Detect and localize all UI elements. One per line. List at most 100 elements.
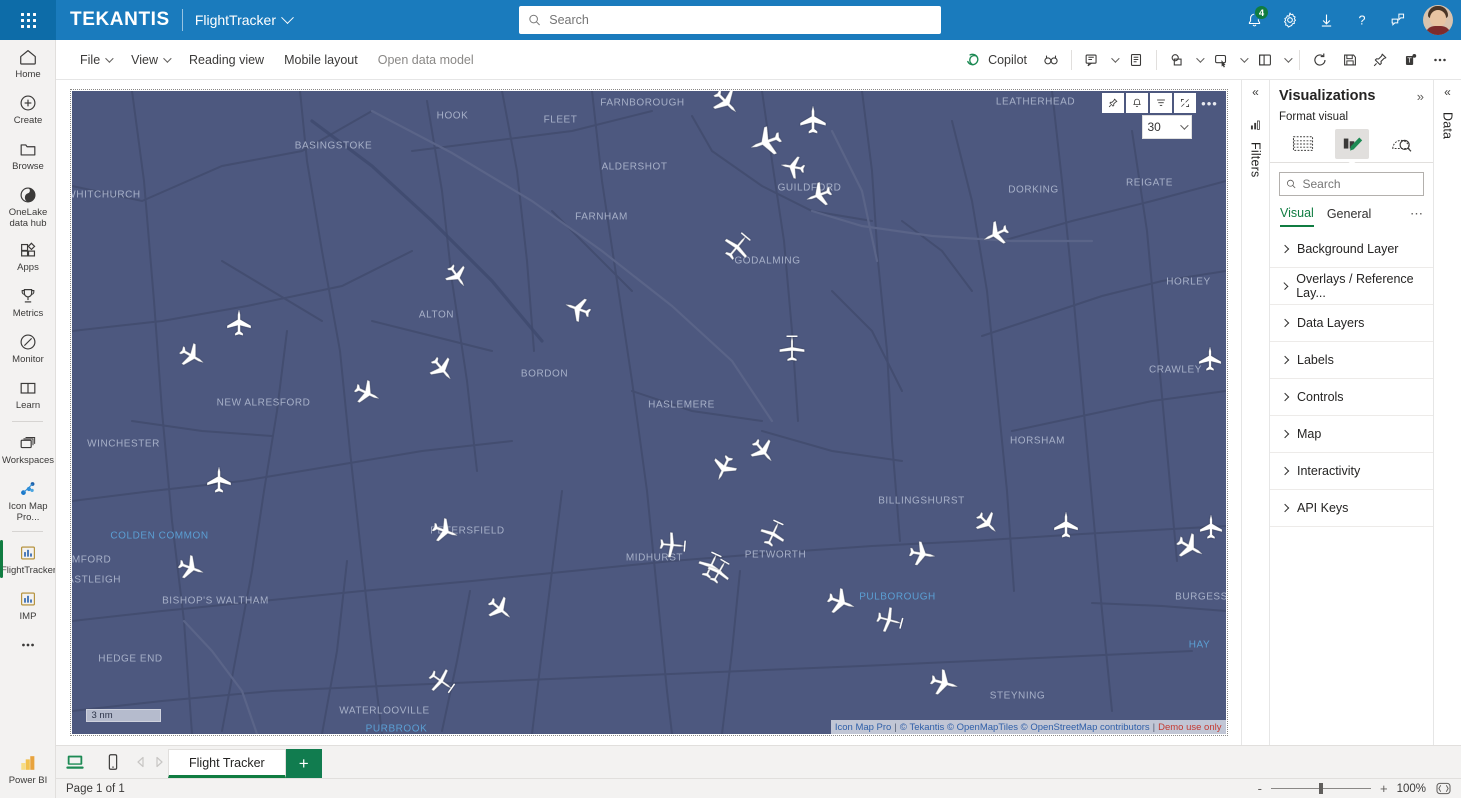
fit-to-page-icon[interactable] [1435, 782, 1451, 796]
sidebar-item-label: Home [15, 69, 41, 80]
user-avatar[interactable] [1423, 5, 1453, 35]
sidebar-item-more[interactable] [0, 628, 55, 674]
copilot-button[interactable]: Copilot [956, 46, 1036, 74]
focus-mode-icon[interactable] [1173, 93, 1196, 113]
format-section-api-keys[interactable]: API Keys [1270, 490, 1433, 527]
sidebar-item-power-bi[interactable]: Power BI [0, 746, 55, 792]
text-box-dropdown[interactable] [1107, 46, 1121, 74]
format-section-label: Map [1297, 427, 1322, 441]
settings-gear-icon[interactable] [1273, 3, 1307, 37]
zoom-out-button[interactable]: - [1258, 782, 1262, 795]
attribution-product[interactable]: Icon Map Pro [835, 722, 892, 733]
map-container[interactable]: HOOK FARNBOROUGH LEATHERHEAD FLEET BASINGSTO… [71, 91, 1226, 734]
shapes-icon[interactable] [1162, 46, 1192, 74]
attribution-source-openmaptiles[interactable]: OpenMapTiles [957, 722, 1018, 733]
filters-pane-collapsed[interactable]: « Filters [1241, 80, 1269, 745]
zoom-in-button[interactable]: + [1380, 782, 1388, 795]
zoom-slider[interactable] [1270, 783, 1371, 794]
pane-dropdown[interactable] [1280, 46, 1294, 74]
icon-map-pro-visual[interactable]: HOOK FARNBOROUGH LEATHERHEAD FLEET BASINGSTO… [69, 89, 1228, 736]
sidebar-item-imp[interactable]: IMP [0, 582, 55, 628]
app-launcher-icon[interactable] [0, 0, 56, 40]
text-box-icon[interactable] [1077, 46, 1107, 74]
tab-visual[interactable]: Visual [1280, 206, 1314, 227]
format-search-input[interactable] [1302, 177, 1417, 191]
buttons-icon[interactable] [1206, 46, 1236, 74]
filters-pane-label[interactable]: Filters [1249, 142, 1263, 177]
more-options-icon[interactable] [1425, 46, 1455, 74]
more-options-icon[interactable]: ••• [1198, 93, 1222, 113]
analytics-icon[interactable] [1384, 129, 1418, 159]
global-search[interactable] [519, 6, 941, 34]
format-section-background-layer[interactable]: Background Layer [1270, 231, 1433, 268]
sidebar-item-workspaces[interactable]: Workspaces [0, 426, 55, 472]
search-input[interactable] [549, 13, 932, 27]
ribbon-menu-reading-view[interactable]: Reading view [179, 46, 274, 74]
format-section-overlays-reference-lay[interactable]: Overlays / Reference Lay... [1270, 268, 1433, 305]
tab-general[interactable]: General [1327, 207, 1371, 226]
alert-bell-icon[interactable] [1125, 93, 1148, 113]
sidebar-item-home[interactable]: Home [0, 40, 55, 86]
ribbon-menu-open-data-model[interactable]: Open data model [368, 46, 484, 74]
chevron-left-icon[interactable]: « [1252, 86, 1259, 98]
pin-icon[interactable] [1101, 93, 1124, 113]
format-section-interactivity[interactable]: Interactivity [1270, 453, 1433, 490]
ribbon-menu-file[interactable]: File [70, 46, 121, 74]
sidebar-item-onelake-data-hub[interactable]: OneLake data hub [0, 178, 55, 233]
sidebar-item-monitor[interactable]: Monitor [0, 325, 55, 371]
report-canvas[interactable]: HOOK FARNBOROUGH LEATHERHEAD FLEET BASINGSTO… [56, 80, 1241, 745]
expand-icon[interactable]: » [1417, 89, 1424, 104]
add-page-button[interactable]: + [285, 749, 322, 778]
sidebar-item-label: FlightTracker [1, 565, 56, 576]
attribution-source-openstreetmap[interactable]: OpenStreetMap contributors [1030, 722, 1149, 733]
sidebar-item-metrics[interactable]: Metrics [0, 279, 55, 325]
copilot-label: Copilot [988, 52, 1027, 67]
app-header: TEKANTIS FlightTracker 4 [0, 0, 1461, 40]
bookmark-icon[interactable] [1121, 46, 1151, 74]
format-section-labels[interactable]: Labels [1270, 342, 1433, 379]
explore-icon[interactable] [1036, 46, 1066, 74]
previous-page-icon[interactable] [132, 745, 150, 778]
save-icon[interactable] [1335, 46, 1365, 74]
zoom-slider-thumb[interactable] [1318, 783, 1323, 794]
pane-icon[interactable] [1250, 46, 1280, 74]
report-title-menu[interactable]: FlightTracker [183, 10, 294, 28]
filter-icon[interactable] [1249, 119, 1262, 135]
format-section-map[interactable]: Map [1270, 416, 1433, 453]
refresh-icon[interactable] [1305, 46, 1335, 74]
build-visual-icon[interactable] [1286, 129, 1320, 159]
ribbon-menu-view[interactable]: View [121, 46, 179, 74]
attribution-source-tekantis[interactable]: Tekantis [909, 722, 944, 733]
buttons-dropdown[interactable] [1236, 46, 1250, 74]
ribbon-menu-mobile-layout[interactable]: Mobile layout [274, 46, 368, 74]
shapes-dropdown[interactable] [1192, 46, 1206, 74]
sidebar-item-flighttracker[interactable]: FlightTracker [0, 536, 56, 582]
format-section-label: Interactivity [1297, 464, 1361, 478]
more-options-icon[interactable]: ⋯ [1410, 206, 1423, 227]
format-section-data-layers[interactable]: Data Layers [1270, 305, 1433, 342]
sidebar-item-apps[interactable]: Apps [0, 233, 55, 279]
sidebar-item-browse[interactable]: Browse [0, 132, 55, 178]
format-visual-icon[interactable] [1334, 129, 1369, 159]
notifications-bell-icon[interactable]: 4 [1237, 3, 1271, 37]
map-value-select[interactable]: 30 [1141, 115, 1192, 139]
filter-icon[interactable] [1149, 93, 1172, 113]
help-icon[interactable]: ? [1345, 3, 1379, 37]
sidebar-item-learn[interactable]: Learn [0, 371, 55, 417]
format-section-controls[interactable]: Controls [1270, 379, 1433, 416]
data-pane-collapsed[interactable]: « Data [1433, 80, 1461, 745]
sidebar-item-icon-map-pro[interactable]: Icon Map Pro... [0, 472, 55, 527]
pin-icon[interactable] [1365, 46, 1395, 74]
feedback-icon[interactable] [1381, 3, 1415, 37]
next-page-icon[interactable] [150, 745, 168, 778]
format-search[interactable] [1279, 172, 1424, 196]
page-tab-flight-tracker[interactable]: Flight Tracker [168, 749, 286, 778]
chevron-left-icon[interactable]: « [1444, 86, 1451, 98]
data-pane-label[interactable]: Data [1441, 112, 1455, 139]
sidebar-item-create[interactable]: Create [0, 86, 55, 132]
desktop-layout-icon[interactable] [56, 745, 94, 778]
download-icon[interactable] [1309, 3, 1343, 37]
mobile-layout-icon[interactable] [94, 745, 132, 778]
teams-icon[interactable]: T [1395, 46, 1425, 74]
attribution-demo-notice: Demo use only [1158, 721, 1222, 733]
